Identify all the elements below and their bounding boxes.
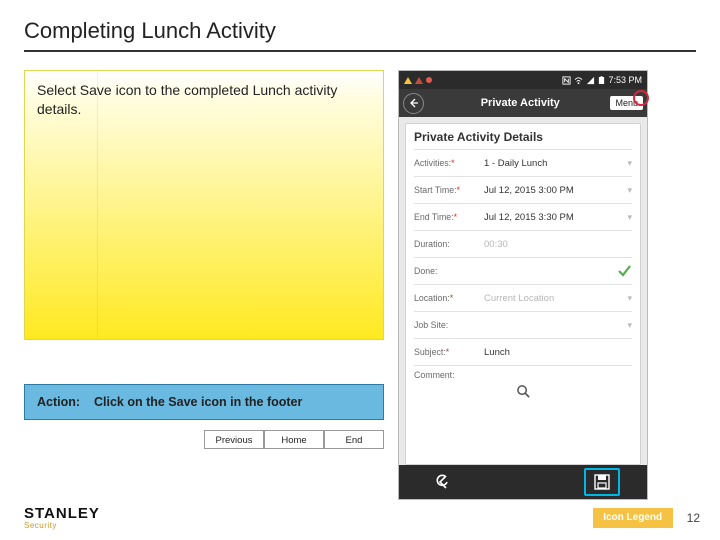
chevron-down-icon: ▾: [627, 293, 632, 304]
back-button[interactable]: [403, 93, 424, 114]
screen-body: Private Activity Details Activities:* 1 …: [399, 117, 647, 465]
activities-label: Activities:*: [414, 158, 484, 168]
left-column: Select Save icon to the completed Lunch …: [24, 70, 384, 500]
page-number: 12: [687, 511, 700, 525]
field-location[interactable]: Location:* Current Location ▾: [414, 284, 632, 311]
brand-sub: Security: [24, 522, 100, 530]
field-duration: Duration: 00:30: [414, 230, 632, 257]
subject-value: Lunch: [484, 347, 632, 358]
activities-value: 1 - Daily Lunch: [484, 158, 623, 169]
field-end-time[interactable]: End Time:* Jul 12, 2015 3:30 PM ▾: [414, 203, 632, 230]
instruction-text: Select Save icon to the completed Lunch …: [37, 82, 337, 117]
status-time: 7:53 PM: [608, 75, 642, 85]
nfc-icon: [562, 76, 571, 85]
chevron-down-icon: ▾: [627, 320, 632, 331]
details-card: Private Activity Details Activities:* 1 …: [405, 123, 641, 465]
action-text: Click on the Save icon in the footer: [94, 395, 302, 409]
card-title: Private Activity Details: [414, 130, 632, 149]
previous-button[interactable]: Previous: [204, 430, 264, 449]
content-row: Select Save icon to the completed Lunch …: [24, 70, 696, 500]
field-done[interactable]: Done:: [414, 257, 632, 284]
checkmark-icon: [617, 264, 631, 278]
phone-footer: [399, 465, 647, 499]
field-activities[interactable]: Activities:* 1 - Daily Lunch ▾: [414, 149, 632, 176]
alert-icon: [415, 77, 423, 84]
location-value: Current Location: [484, 293, 623, 304]
start-label: Start Time:*: [414, 185, 484, 195]
app-bar: Private Activity Menu: [399, 89, 647, 117]
jobsite-label: Job Site:: [414, 320, 484, 330]
zoom-row: [414, 380, 632, 405]
back-arrow-icon: [409, 98, 419, 108]
appbar-title: Private Activity: [430, 97, 610, 109]
action-label: Action:: [37, 395, 80, 409]
field-subject[interactable]: Subject:* Lunch: [414, 338, 632, 365]
signal-icon: [586, 76, 595, 85]
chevron-down-icon: ▾: [627, 158, 632, 169]
wifi-icon: [574, 76, 583, 85]
end-label: End Time:*: [414, 212, 484, 222]
done-checkbox[interactable]: [616, 263, 632, 279]
highlight-ring-icon: [633, 90, 649, 106]
brand-name: STANLEY: [24, 506, 100, 521]
instruction-box: Select Save icon to the completed Lunch …: [24, 70, 384, 340]
save-highlight-box: [584, 468, 620, 496]
status-left: [404, 77, 432, 84]
comment-label: Comment:: [414, 370, 455, 380]
notification-dot-icon: [426, 77, 432, 83]
nav-row: Previous Home End: [204, 430, 384, 449]
chevron-down-icon: ▾: [627, 212, 632, 223]
phone-mock: 7:53 PM Private Activity Menu Private Ac…: [398, 70, 648, 500]
icon-legend-button[interactable]: Icon Legend: [593, 508, 673, 528]
field-comment[interactable]: Comment:: [414, 365, 632, 380]
done-label: Done:: [414, 266, 484, 276]
home-button[interactable]: Home: [264, 430, 324, 449]
field-start-time[interactable]: Start Time:* Jul 12, 2015 3:00 PM ▾: [414, 176, 632, 203]
chevron-down-icon: ▾: [627, 185, 632, 196]
field-jobsite[interactable]: Job Site: ▾: [414, 311, 632, 338]
status-bar: 7:53 PM: [399, 71, 647, 89]
battery-icon: [598, 76, 605, 85]
title-rule: [24, 50, 696, 52]
slide-title: Completing Lunch Activity: [24, 18, 696, 44]
warning-icon: [404, 77, 412, 84]
action-box: Action: Click on the Save icon in the fo…: [24, 384, 384, 420]
duration-label: Duration:: [414, 239, 484, 249]
footer-back-icon[interactable]: [435, 473, 453, 491]
slide-footer: STANLEY Security Icon Legend 12: [24, 506, 700, 530]
brand-logo: STANLEY Security: [24, 506, 100, 530]
magnifier-icon[interactable]: [516, 384, 531, 399]
subject-label: Subject:*: [414, 347, 484, 357]
location-label: Location:*: [414, 293, 484, 303]
end-value: Jul 12, 2015 3:30 PM: [484, 212, 623, 223]
start-value: Jul 12, 2015 3:00 PM: [484, 185, 623, 196]
status-right: 7:53 PM: [562, 75, 642, 85]
menu-button[interactable]: Menu: [610, 96, 643, 110]
end-button[interactable]: End: [324, 430, 384, 449]
duration-value: 00:30: [484, 239, 632, 250]
